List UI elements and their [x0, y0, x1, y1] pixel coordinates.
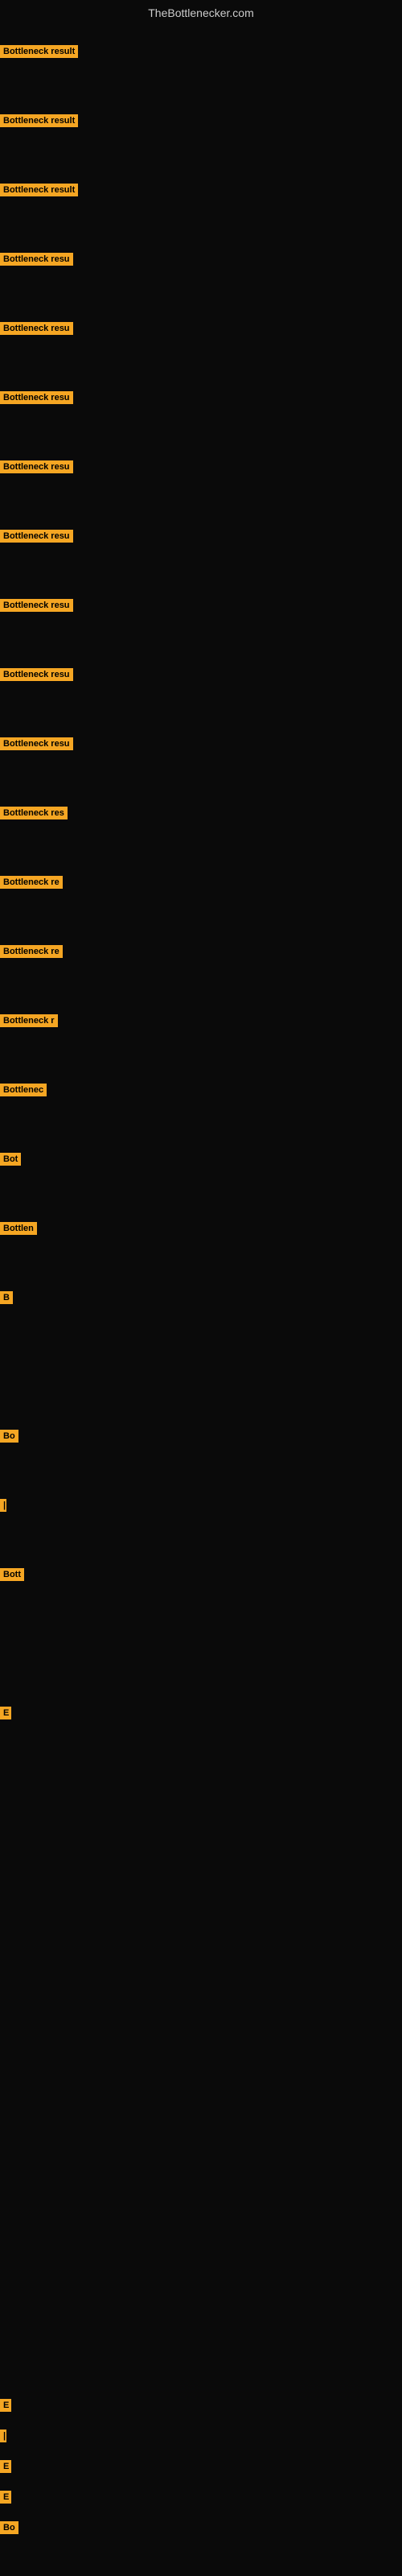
bottleneck-item: E — [0, 1707, 11, 1719]
bottleneck-item: Bottleneck resu — [0, 253, 73, 266]
bottleneck-item: Bottleneck resu — [0, 737, 73, 750]
bottleneck-badge: B — [0, 1291, 13, 1304]
bottleneck-item: Bottleneck res — [0, 807, 68, 819]
bottleneck-badge: Bottleneck re — [0, 876, 63, 889]
bottleneck-badge: | — [0, 2429, 6, 2442]
bottleneck-badge: Bottleneck resu — [0, 599, 73, 612]
bottleneck-item: | — [0, 2429, 6, 2442]
bottleneck-badge: Bottlen — [0, 1222, 37, 1235]
bottleneck-badge: Bottleneck result — [0, 114, 78, 127]
bottleneck-badge: Bot — [0, 1153, 21, 1166]
bottleneck-badge: Bottleneck resu — [0, 737, 73, 750]
bottleneck-badge: | — [0, 1499, 6, 1512]
bottleneck-badge: E — [0, 2460, 11, 2473]
bottleneck-item: Bottlen — [0, 1222, 37, 1235]
bottleneck-item: E — [0, 2399, 11, 2412]
bottleneck-badge: E — [0, 2491, 11, 2504]
bottleneck-item: B — [0, 1291, 13, 1304]
bottleneck-item: Bottleneck resu — [0, 530, 73, 543]
bottleneck-badge: Bo — [0, 1430, 18, 1443]
bottleneck-badge: Bottleneck r — [0, 1014, 58, 1027]
bottleneck-badge: Bottleneck resu — [0, 530, 73, 543]
bottleneck-item: Bottleneck result — [0, 114, 78, 127]
bottleneck-badge: Bottleneck resu — [0, 322, 73, 335]
bottleneck-item: Bo — [0, 1430, 18, 1443]
bottleneck-badge: Bottleneck resu — [0, 668, 73, 681]
bottleneck-item: Bot — [0, 1153, 21, 1166]
bottleneck-badge: E — [0, 2399, 11, 2412]
bottleneck-badge: Bottleneck resu — [0, 391, 73, 404]
bottleneck-item: Bottleneck re — [0, 945, 63, 958]
bottleneck-item: E — [0, 2491, 11, 2504]
bottleneck-item: Bottleneck result — [0, 45, 78, 58]
bottleneck-item: Bottleneck resu — [0, 668, 73, 681]
bottleneck-badge: Bottleneck resu — [0, 253, 73, 266]
bottleneck-badge: Bottleneck re — [0, 945, 63, 958]
bottleneck-badge: Bo — [0, 2521, 18, 2534]
bottleneck-badge: Bott — [0, 1568, 24, 1581]
bottleneck-item: Bottlenec — [0, 1084, 47, 1096]
bottleneck-item: Bottleneck re — [0, 876, 63, 889]
bottleneck-item: Bottleneck resu — [0, 599, 73, 612]
bottleneck-badge: Bottleneck result — [0, 184, 78, 196]
bottleneck-item: Bott — [0, 1568, 24, 1581]
bottleneck-badge: Bottleneck resu — [0, 460, 73, 473]
bottleneck-item: Bo — [0, 2521, 18, 2534]
bottleneck-item: Bottleneck r — [0, 1014, 58, 1027]
bottleneck-item: Bottleneck resu — [0, 460, 73, 473]
bottleneck-item: Bottleneck resu — [0, 322, 73, 335]
bottleneck-badge: Bottleneck res — [0, 807, 68, 819]
bottleneck-item: Bottleneck result — [0, 184, 78, 196]
site-title: TheBottlenecker.com — [0, 0, 402, 23]
bottleneck-badge: Bottlenec — [0, 1084, 47, 1096]
bottleneck-badge: Bottleneck result — [0, 45, 78, 58]
bottleneck-badge: E — [0, 1707, 11, 1719]
bottleneck-item: | — [0, 1499, 6, 1512]
bottleneck-item: E — [0, 2460, 11, 2473]
bottleneck-item: Bottleneck resu — [0, 391, 73, 404]
